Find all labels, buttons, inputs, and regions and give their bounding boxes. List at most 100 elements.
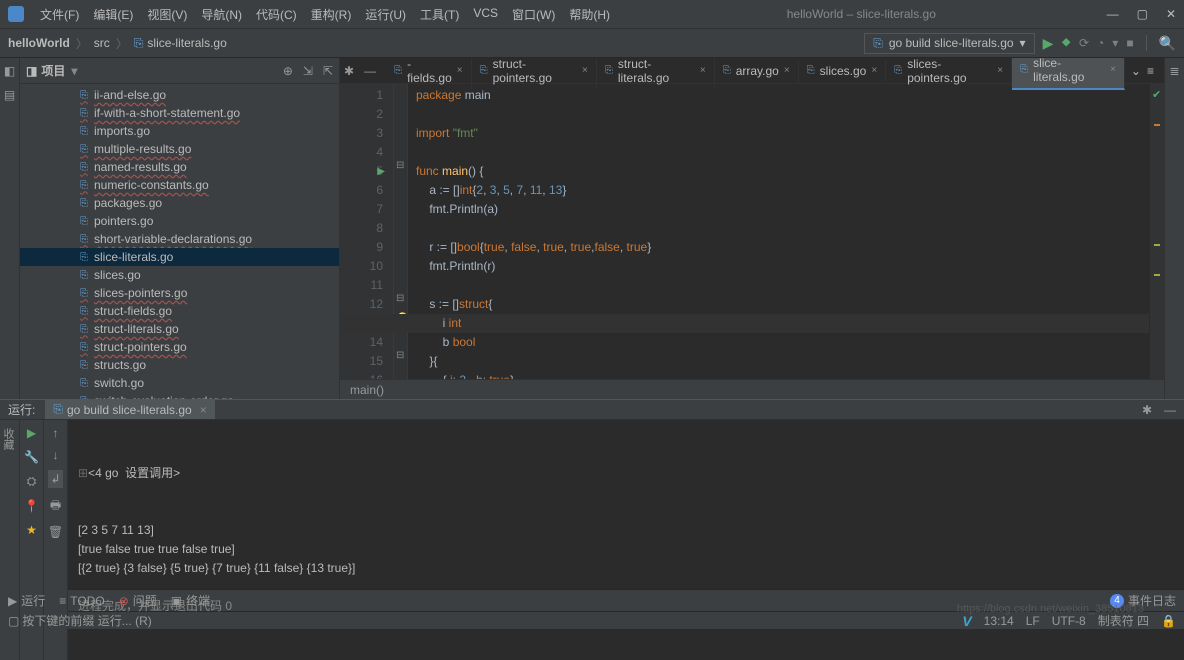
- code-line[interactable]: i int: [416, 314, 1164, 333]
- menu-item[interactable]: 代码(C): [250, 3, 303, 26]
- down-icon[interactable]: ↓: [53, 448, 59, 462]
- problems-tool-tab[interactable]: ⊘问题: [119, 592, 157, 609]
- menu-item[interactable]: 编辑(E): [87, 3, 139, 26]
- editor-tab[interactable]: ⎘array.go×: [715, 60, 799, 82]
- file-item[interactable]: ⎘struct-literals.go: [20, 320, 339, 338]
- status-icon[interactable]: ▢: [8, 614, 19, 628]
- code-line[interactable]: [416, 276, 1164, 295]
- status-encoding[interactable]: UTF-8: [1052, 614, 1086, 628]
- stop-button[interactable]: ■: [1126, 36, 1133, 50]
- file-item[interactable]: ⎘switch-evaluation-order.go: [20, 392, 339, 399]
- close-icon[interactable]: ×: [582, 65, 588, 76]
- code-line[interactable]: s := []struct{: [416, 295, 1164, 314]
- file-item[interactable]: ⎘struct-pointers.go: [20, 338, 339, 356]
- close-icon[interactable]: ✕: [1166, 7, 1176, 21]
- settings-icon[interactable]: ✱: [1142, 403, 1152, 417]
- file-item[interactable]: ⎘imports.go: [20, 122, 339, 140]
- close-icon[interactable]: ×: [871, 65, 877, 76]
- fold-icon[interactable]: ⊟: [396, 350, 404, 361]
- fold-icon[interactable]: ⊟: [396, 160, 404, 171]
- file-item[interactable]: ⎘structs.go: [20, 356, 339, 374]
- debug-button[interactable]: ⯁: [1061, 36, 1071, 51]
- close-icon[interactable]: ×: [700, 65, 706, 76]
- wrench-icon[interactable]: 🔧: [24, 450, 39, 464]
- collapse-icon[interactable]: ⇱: [323, 64, 333, 78]
- close-icon[interactable]: ×: [1110, 64, 1116, 75]
- code-line[interactable]: { i: 2, b: true},: [416, 371, 1164, 379]
- breadcrumb-project[interactable]: helloWorld: [8, 36, 70, 50]
- code-line[interactable]: }{: [416, 352, 1164, 371]
- file-item[interactable]: ⎘ii-and-else.go: [20, 86, 339, 104]
- profiler-icon[interactable]: ◔: [1097, 36, 1104, 50]
- menu-item[interactable]: 运行(U): [359, 3, 412, 26]
- settings-icon[interactable]: ✱: [344, 64, 354, 78]
- favorites-tab[interactable]: 收藏: [0, 428, 16, 450]
- editor-crumb[interactable]: main(): [340, 379, 1164, 399]
- settings-icon[interactable]: ⛭: [27, 474, 37, 489]
- file-item[interactable]: ⎘pointers.go: [20, 212, 339, 230]
- code-line[interactable]: func main() {: [416, 162, 1164, 181]
- code-line[interactable]: package main: [416, 86, 1164, 105]
- locate-icon[interactable]: ⊕: [283, 64, 293, 78]
- run-button[interactable]: ▶: [1043, 35, 1054, 52]
- lock-icon[interactable]: 🔒: [1161, 614, 1176, 628]
- print-icon[interactable]: 🖶: [50, 496, 61, 517]
- file-item[interactable]: ⎘struct-fields.go: [20, 302, 339, 320]
- structure-icon[interactable]: ▤: [4, 88, 15, 102]
- menu-item[interactable]: 重构(R): [305, 3, 358, 26]
- stop-icon[interactable]: ▾: [1112, 36, 1118, 50]
- file-item[interactable]: ⎘multiple-results.go: [20, 140, 339, 158]
- search-icon[interactable]: 🔍: [1159, 35, 1176, 52]
- hide-icon[interactable]: —: [364, 64, 376, 78]
- menu-item[interactable]: 视图(V): [141, 3, 193, 26]
- up-icon[interactable]: ↑: [53, 426, 59, 440]
- database-icon[interactable]: ≣: [1169, 64, 1179, 78]
- menu-item[interactable]: 工具(T): [414, 3, 465, 26]
- file-item[interactable]: ⎘if-with-a-short-statement.go: [20, 104, 339, 122]
- file-item[interactable]: ⎘packages.go: [20, 194, 339, 212]
- code-line[interactable]: r := []bool{true, false, true, true,fals…: [416, 238, 1164, 257]
- close-icon[interactable]: ×: [200, 403, 207, 417]
- code-line[interactable]: import "fmt": [416, 124, 1164, 143]
- close-icon[interactable]: ×: [457, 65, 463, 76]
- hide-icon[interactable]: —: [1164, 403, 1176, 417]
- code-lines[interactable]: package main import "fmt" func main() { …: [408, 84, 1164, 379]
- attach-icon[interactable]: ⟳: [1079, 36, 1089, 50]
- code-line[interactable]: fmt.Println(a): [416, 200, 1164, 219]
- breadcrumb-file[interactable]: slice-literals.go: [147, 36, 226, 50]
- terminal-tool-tab[interactable]: ▣终端: [171, 592, 210, 609]
- dropdown-icon[interactable]: ▾: [71, 64, 77, 78]
- run-tab[interactable]: ⎘ go build slice-literals.go ×: [45, 400, 214, 419]
- menu-item[interactable]: 窗口(W): [506, 3, 561, 26]
- code-line[interactable]: fmt.Println(r): [416, 257, 1164, 276]
- fold-icon[interactable]: ⊟: [396, 293, 404, 304]
- soft-wrap-icon[interactable]: ↲: [48, 470, 62, 488]
- menu-item[interactable]: 文件(F): [34, 3, 85, 26]
- project-title[interactable]: 项目: [41, 62, 65, 79]
- code-line[interactable]: [416, 143, 1164, 162]
- code-line[interactable]: [416, 105, 1164, 124]
- code-line[interactable]: a := []int{2, 3, 5, 7, 11, 13}: [416, 181, 1164, 200]
- tab-overflow[interactable]: ⌄ ≡: [1125, 64, 1160, 78]
- trash-icon[interactable]: 🗑: [48, 525, 63, 539]
- run-gutter-icon[interactable]: ▶: [377, 162, 385, 181]
- expand-icon[interactable]: ⇲: [303, 64, 313, 78]
- pin-icon[interactable]: 📍: [24, 499, 39, 513]
- file-item[interactable]: ⎘slices.go: [20, 266, 339, 284]
- favorites-icon[interactable]: ★: [26, 523, 37, 537]
- run-tool-tab[interactable]: ▶运行: [8, 592, 45, 609]
- menu-item[interactable]: 帮助(H): [563, 3, 616, 26]
- code-editor[interactable]: 12345▶678910111213141516 ⊟⊟💡⊟ package ma…: [340, 84, 1164, 379]
- file-item[interactable]: ⎘switch.go: [20, 374, 339, 392]
- menu-item[interactable]: 导航(N): [195, 3, 248, 26]
- editor-tab[interactable]: ⎘slices.go×: [799, 60, 887, 82]
- menu-item[interactable]: VCS: [467, 3, 504, 26]
- build-config-select[interactable]: ⎘ go build slice-literals.go ▾: [864, 33, 1034, 54]
- maximize-icon[interactable]: ▢: [1137, 7, 1148, 21]
- file-item[interactable]: ⎘short-variable-declarations.go: [20, 230, 339, 248]
- todo-tool-tab[interactable]: ≡TODO: [59, 594, 104, 608]
- close-icon[interactable]: ×: [997, 65, 1003, 76]
- file-tree[interactable]: ⎘ii-and-else.go⎘if-with-a-short-statemen…: [20, 84, 339, 399]
- close-icon[interactable]: ×: [784, 65, 790, 76]
- breadcrumb-folder[interactable]: src: [94, 36, 110, 50]
